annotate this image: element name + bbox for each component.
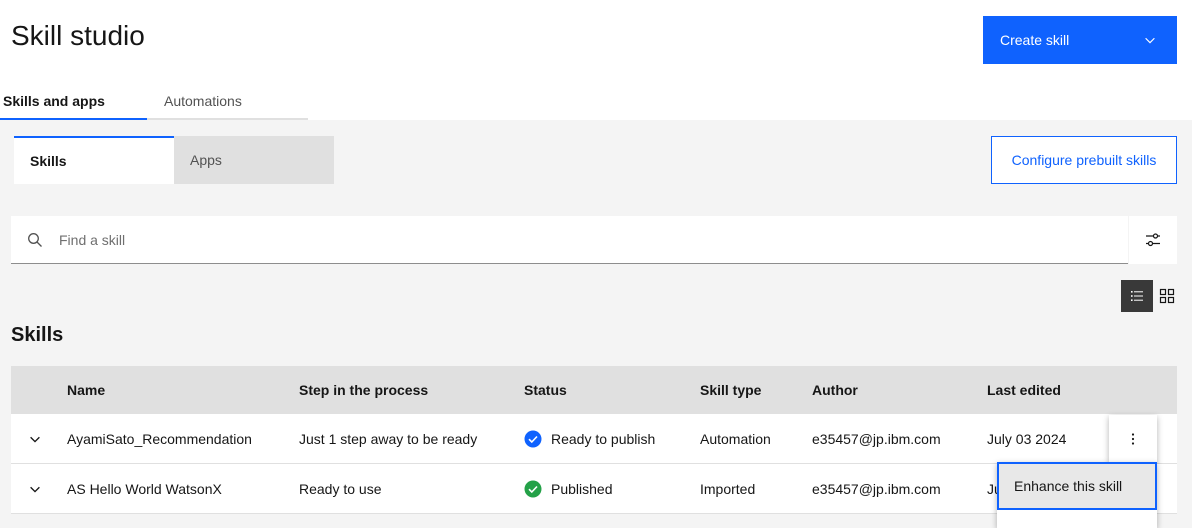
search-input[interactable] <box>59 231 1059 248</box>
content-switcher: Skills Apps <box>14 136 334 184</box>
skill-step: Just 1 step away to be ready <box>299 430 478 447</box>
switcher-skills[interactable]: Skills <box>14 136 174 184</box>
skill-step: Ready to use <box>299 480 382 497</box>
list-view-button[interactable] <box>1121 280 1153 312</box>
list-icon <box>1131 291 1143 301</box>
checkmark-filled-blue-icon <box>524 430 542 447</box>
column-header-step[interactable]: Step in the process <box>299 366 428 414</box>
menu-item-enhance-skill[interactable]: Enhance this skill <box>997 462 1157 510</box>
skill-type: Imported <box>700 480 756 497</box>
search-icon <box>11 232 59 248</box>
checkmark-filled-green-icon <box>524 480 542 497</box>
grid-view-button[interactable] <box>1153 280 1181 312</box>
overflow-menu-button[interactable] <box>1109 415 1157 463</box>
skill-studio-page: Skill studio Create skill Skills and app… <box>0 0 1192 528</box>
status-text: Ready to publish <box>551 430 656 447</box>
table-row[interactable]: AyamiSato_Recommendation Just 1 step awa… <box>11 414 1177 464</box>
chevron-down-icon <box>30 486 40 493</box>
create-skill-label: Create skill <box>1000 32 1070 48</box>
column-header-status[interactable]: Status <box>524 366 567 414</box>
overflow-menu-vertical-icon <box>1131 433 1135 445</box>
column-header-name[interactable]: Name <box>67 366 105 414</box>
switcher-apps[interactable]: Apps <box>174 136 334 184</box>
page-title: Skill studio <box>11 20 145 51</box>
skill-type: Automation <box>700 430 771 447</box>
table-header: Name Step in the process Status Skill ty… <box>11 366 1177 414</box>
skill-name[interactable]: AyamiSato_Recommendation <box>67 414 252 463</box>
grid-icon <box>1159 288 1175 304</box>
column-header-author[interactable]: Author <box>812 366 858 414</box>
column-header-skill-type[interactable]: Skill type <box>700 366 761 414</box>
skill-author: e35457@jp.ibm.com <box>812 430 941 447</box>
filter-settings-button[interactable] <box>1129 216 1177 264</box>
skill-author: e35457@jp.ibm.com <box>812 480 941 497</box>
main-tabs: Skills and apps Automations <box>0 84 308 120</box>
chevron-down-icon <box>30 436 40 443</box>
settings-adjust-icon <box>1146 233 1160 247</box>
skill-last-edited: July 03 2024 <box>987 430 1067 447</box>
skill-status: Published <box>524 464 613 513</box>
create-skill-button[interactable]: Create skill <box>983 16 1177 64</box>
search-bar <box>11 216 1128 264</box>
section-title: Skills <box>11 324 64 346</box>
overflow-menu: Enhance this skill <box>997 462 1157 528</box>
skill-status: Ready to publish <box>524 414 655 463</box>
tab-skills-and-apps[interactable]: Skills and apps <box>0 84 147 120</box>
tab-automations[interactable]: Automations <box>147 84 308 120</box>
row-overflow <box>1109 414 1157 463</box>
configure-prebuilt-skills-button[interactable]: Configure prebuilt skills <box>991 136 1177 184</box>
status-text: Published <box>551 480 613 497</box>
skill-name[interactable]: AS Hello World WatsonX <box>67 464 222 513</box>
expand-row-button[interactable] <box>11 414 59 463</box>
column-header-last-edited[interactable]: Last edited <box>987 366 1061 414</box>
expand-row-button[interactable] <box>11 464 59 513</box>
chevron-down-icon <box>1145 37 1155 44</box>
